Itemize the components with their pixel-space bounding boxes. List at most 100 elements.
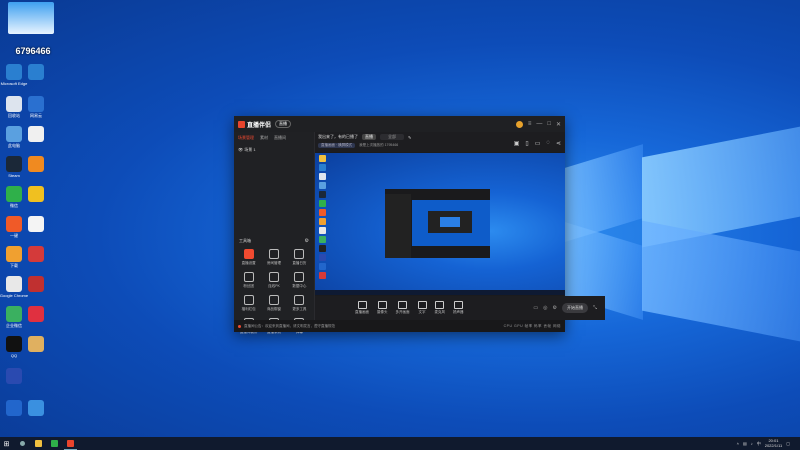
tool-item[interactable]: 粉丝团 bbox=[236, 272, 261, 289]
layout-icon[interactable]: ▣ bbox=[514, 140, 520, 147]
taskbar-live-app-icon[interactable] bbox=[64, 437, 77, 450]
desktop-icon-label: Steam bbox=[8, 173, 20, 178]
menu-icon[interactable]: ≡ bbox=[528, 121, 532, 127]
windows-start-icon[interactable]: ⊞ bbox=[0, 437, 13, 450]
header-subtext: 我是上次播放的 1795466 bbox=[359, 143, 399, 147]
user-avatar[interactable] bbox=[515, 120, 523, 128]
preview-inner-window bbox=[385, 189, 490, 258]
app-badge[interactable]: 直播 bbox=[275, 120, 292, 128]
live-streaming-app-window[interactable]: 直播伴侣 直播 ≡ — □ ✕ 场景管理 素材 直播间 👁 场景 1 工具箱 ⚙… bbox=[234, 116, 605, 334]
preview-icon bbox=[319, 236, 326, 243]
tool-item[interactable]: 房间管理 bbox=[261, 249, 286, 266]
app-icon bbox=[28, 216, 44, 232]
tool-item[interactable]: 直播设置 bbox=[236, 249, 261, 266]
control-button[interactable]: 麦克风 bbox=[434, 301, 446, 315]
app-icon bbox=[28, 246, 44, 262]
tool-label: 福利红包 bbox=[241, 307, 256, 311]
header-pill[interactable]: 直播 bbox=[362, 134, 376, 140]
share-icon[interactable]: ⋖ bbox=[556, 140, 561, 147]
tools-settings-icon[interactable]: ⚙ bbox=[305, 238, 309, 244]
camera-icon[interactable]: ▭ bbox=[533, 305, 538, 311]
desktop-icon-col2-7[interactable] bbox=[22, 276, 50, 306]
expand-icon[interactable]: ⤡ bbox=[593, 305, 597, 311]
desktop-icon-col1-10[interactable] bbox=[0, 368, 28, 398]
app-icon bbox=[6, 400, 22, 416]
tool-label: 直播设置 bbox=[241, 261, 256, 265]
ime-icon[interactable]: 中 bbox=[757, 441, 761, 447]
desktop-icon-col2-4[interactable] bbox=[22, 186, 50, 216]
app-icon bbox=[6, 306, 22, 322]
preview-icon bbox=[319, 263, 326, 270]
network-icon[interactable]: ▤ bbox=[743, 441, 747, 446]
volume-icon[interactable]: ♪ bbox=[751, 441, 753, 446]
desktop-icon-label: 企业微信 bbox=[6, 323, 22, 328]
desktop-icon-col2-10[interactable] bbox=[22, 400, 50, 430]
chat-icon[interactable]: ◌ bbox=[546, 140, 550, 147]
control-button[interactable]: 文字 bbox=[417, 301, 427, 315]
system-tray: ˄ ▤ ♪ 中 20:01 2022/1/11 ▢ bbox=[737, 438, 800, 448]
start-live-button[interactable]: 开始直播 bbox=[561, 303, 588, 313]
desktop-icon-col2-2[interactable] bbox=[22, 126, 50, 156]
control-button[interactable]: 直播画面 bbox=[355, 301, 369, 315]
taskbar-folder-icon[interactable] bbox=[32, 437, 45, 450]
close-icon[interactable]: ✕ bbox=[556, 121, 561, 128]
tool-item[interactable]: 数据中心 bbox=[287, 272, 312, 289]
preview-icon bbox=[319, 200, 326, 207]
app-icon bbox=[28, 64, 44, 80]
notification-icon[interactable]: ▢ bbox=[786, 441, 790, 446]
minimize-icon[interactable]: — bbox=[536, 121, 542, 127]
tool-item[interactable]: 商品橱窗 bbox=[261, 295, 286, 312]
app-icon bbox=[28, 336, 44, 352]
desktop-icon-col2-9[interactable] bbox=[22, 336, 50, 366]
control-label: 文字 bbox=[418, 310, 426, 314]
control-icon bbox=[435, 301, 445, 309]
eye-icon[interactable]: 👁 bbox=[238, 147, 243, 152]
edit-icon[interactable]: ✎ bbox=[408, 135, 411, 140]
landscape-icon[interactable]: ▭ bbox=[535, 140, 541, 147]
preview-nested-screen bbox=[440, 217, 460, 227]
tray-chevron-icon[interactable]: ˄ bbox=[737, 441, 739, 446]
desktop-icon-col2-5[interactable] bbox=[22, 216, 50, 246]
scene-item[interactable]: 👁 场景 1 bbox=[234, 144, 314, 156]
tool-item[interactable]: 连线PK bbox=[261, 272, 286, 289]
preview-desktop-icons bbox=[317, 155, 331, 281]
tool-icon bbox=[268, 272, 279, 282]
app-icon bbox=[28, 156, 44, 172]
header-select[interactable]: 全部 bbox=[380, 134, 404, 140]
control-button[interactable]: 扬声器 bbox=[453, 301, 464, 315]
tab-scene[interactable]: 场景管理 bbox=[238, 135, 254, 141]
control-right: ▭ ◎ ⚙ 开始直播 ⤡ bbox=[533, 303, 605, 313]
desktop-icon-col2-8[interactable] bbox=[22, 306, 50, 336]
tab-material[interactable]: 素材 bbox=[260, 135, 268, 141]
tool-icon bbox=[268, 249, 279, 259]
control-button[interactable]: 多开画面 bbox=[396, 301, 410, 315]
tool-item[interactable]: 直播日历 bbox=[287, 249, 312, 266]
status-text: 直播间公告：欢迎来到直播间，请文明发言，遵守直播规范 bbox=[244, 323, 335, 328]
app-icon bbox=[28, 126, 44, 142]
desktop-icon-col2-3[interactable] bbox=[22, 156, 50, 186]
app-icon bbox=[6, 368, 22, 384]
tool-item[interactable]: 更多工具 bbox=[287, 295, 312, 312]
maximize-icon[interactable]: □ bbox=[547, 121, 551, 127]
tool-label: 商品橱窗 bbox=[266, 307, 281, 311]
tool-item[interactable]: 福利红包 bbox=[236, 295, 261, 312]
desktop-icon-col2-1[interactable]: 网易云 bbox=[22, 96, 50, 126]
settings-icon[interactable]: ⚙ bbox=[553, 305, 557, 311]
desktop-widget[interactable]: 6796466 bbox=[8, 2, 58, 58]
desktop-icon-col2-6[interactable] bbox=[22, 246, 50, 276]
desktop-icon-col2-0[interactable] bbox=[22, 64, 50, 94]
live-preview[interactable] bbox=[315, 153, 565, 295]
taskbar-clock[interactable]: 20:01 2022/1/11 bbox=[765, 438, 783, 448]
app-icon bbox=[28, 96, 44, 112]
record-icon[interactable]: ◎ bbox=[543, 305, 547, 311]
scene-mode-chip[interactable]: 直播画面 · 横屏模式 bbox=[318, 143, 356, 148]
control-label: 摄像头 bbox=[377, 310, 388, 314]
control-button[interactable]: 摄像头 bbox=[377, 301, 388, 315]
control-label: 麦克风 bbox=[434, 310, 446, 314]
portrait-icon[interactable]: ▯ bbox=[525, 140, 528, 147]
taskbar-wechat-icon[interactable] bbox=[48, 437, 61, 450]
tab-room[interactable]: 直播间 bbox=[274, 135, 286, 141]
tool-icon bbox=[294, 272, 305, 282]
app-icon bbox=[6, 336, 22, 352]
taskbar-search-icon[interactable] bbox=[16, 437, 29, 450]
